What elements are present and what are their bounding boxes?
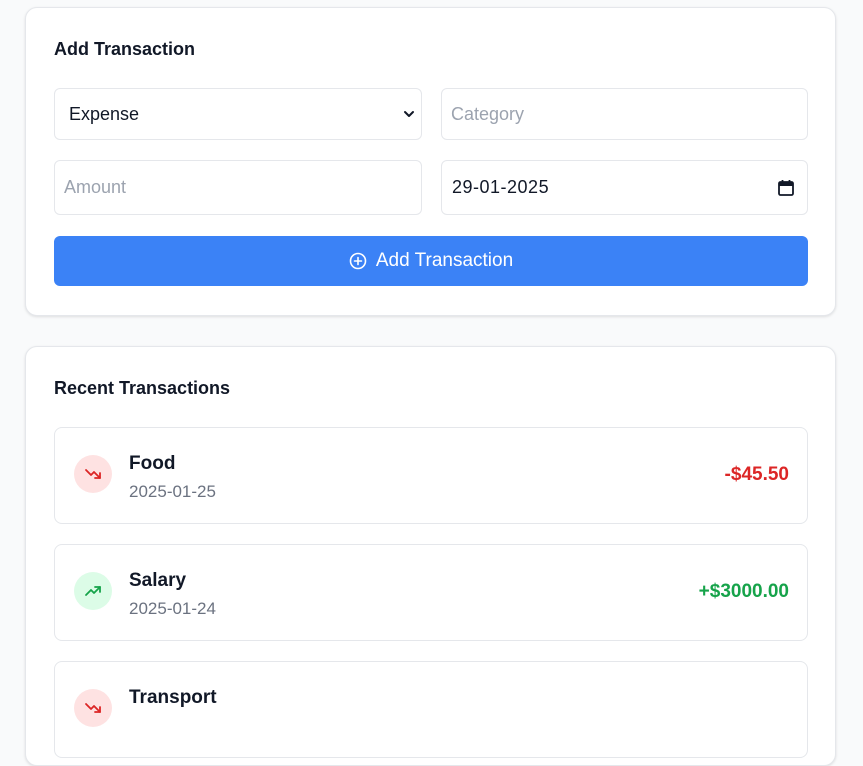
amount-placeholder: Amount — [64, 177, 127, 197]
trending-up-icon — [74, 572, 112, 610]
date-value: 29-01-2025 — [452, 177, 550, 197]
transaction-row[interactable]: Transport — [54, 661, 808, 758]
recent-transactions-card: Recent Transactions Food 2025-01-25 -$45… — [25, 346, 836, 766]
transaction-category: Salary — [129, 570, 187, 591]
transaction-row[interactable]: Salary 2025-01-24 +$3000.00 — [54, 544, 808, 641]
chevron-down-icon — [404, 111, 414, 117]
trending-down-icon — [74, 455, 112, 493]
add-transaction-button-label: Add Transaction — [375, 250, 514, 271]
transaction-category: Food — [129, 453, 176, 474]
calendar-icon[interactable] — [777, 179, 795, 197]
add-transaction-card: Add Transaction Expense Category Amount … — [25, 7, 836, 316]
plus-circle-icon — [349, 252, 367, 270]
transaction-date: 2025-01-24 — [129, 599, 216, 618]
transaction-row[interactable]: Food 2025-01-25 -$45.50 — [54, 427, 808, 524]
transaction-date: 2025-01-25 — [129, 482, 216, 501]
category-input[interactable]: Category — [441, 88, 808, 140]
transaction-category: Transport — [129, 687, 217, 708]
type-select[interactable]: Expense — [54, 88, 422, 140]
date-input[interactable]: 29-01-2025 — [441, 160, 808, 215]
category-placeholder: Category — [451, 103, 525, 124]
trending-down-icon — [74, 689, 112, 727]
transaction-amount: +$3000.00 — [698, 581, 789, 602]
amount-input[interactable]: Amount — [54, 160, 422, 215]
transaction-amount: -$45.50 — [724, 464, 789, 485]
add-transaction-title: Add Transaction — [54, 39, 196, 59]
add-transaction-button[interactable]: Add Transaction — [54, 236, 808, 286]
type-select-value: Expense — [69, 103, 140, 124]
recent-transactions-title: Recent Transactions — [54, 378, 231, 398]
